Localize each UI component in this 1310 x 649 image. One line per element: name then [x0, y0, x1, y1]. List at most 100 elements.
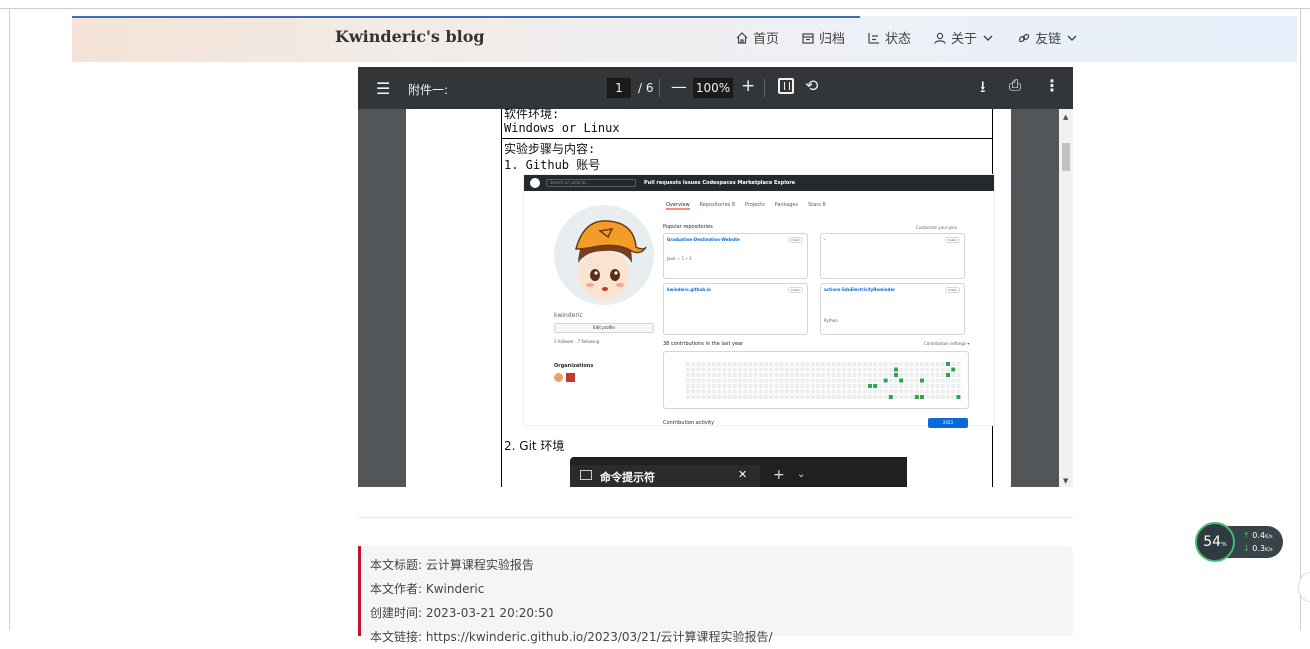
pdf-viewer[interactable]: ☰ 附件一: 1 / 6 — 100% + ⟲ ⭳ ⎙ ⋮ 软件环境: Wind…	[358, 67, 1073, 487]
print-icon[interactable]: ⎙	[1009, 76, 1021, 94]
contribution-cell	[904, 384, 909, 388]
page-number-input[interactable]: 1	[607, 78, 631, 98]
download-icon[interactable]: ⭳	[980, 76, 986, 103]
contribution-cell	[883, 395, 888, 399]
fit-page-icon[interactable]	[778, 78, 794, 94]
contribution-cell	[946, 362, 950, 366]
nav-item-label: 状态	[885, 32, 912, 47]
contribution-cell	[862, 384, 867, 388]
contribution-cell	[764, 384, 768, 388]
contribution-cell	[935, 362, 940, 366]
contribution-cell	[764, 362, 768, 366]
github-tab: Repositories 8	[699, 202, 736, 208]
contribution-cell	[717, 395, 722, 399]
contribution-cell	[930, 378, 935, 383]
contribution-cell	[800, 389, 805, 394]
scroll-up-icon[interactable]: ▲	[1063, 113, 1068, 121]
contribution-cell	[925, 378, 930, 383]
nav-item-status[interactable]: 状态	[867, 28, 911, 47]
contribution-cell	[831, 395, 836, 399]
contribution-cell	[883, 362, 888, 366]
contribution-cell	[727, 384, 732, 388]
contribution-cell	[852, 373, 857, 377]
scrollbar-thumb[interactable]	[1062, 143, 1070, 171]
repo-card: - Public	[820, 233, 965, 279]
contribution-cell	[696, 389, 701, 394]
contribution-cell	[764, 373, 768, 377]
contribution-cell	[836, 367, 841, 372]
contribution-cell	[743, 389, 748, 394]
contribution-cell	[816, 378, 820, 383]
contribution-cell	[909, 373, 914, 377]
contribution-cell	[873, 367, 878, 372]
contribution-cell	[779, 367, 784, 372]
contribution-cell	[920, 362, 924, 366]
contribution-cell	[769, 362, 774, 366]
contribution-cell	[940, 362, 945, 366]
contribution-cell	[779, 373, 784, 377]
contribution-cell	[717, 362, 722, 366]
contribution-activity-heading: Contribution activity	[663, 420, 715, 426]
contribution-cell	[909, 389, 914, 394]
contribution-cell	[878, 378, 883, 383]
contribution-cell	[810, 384, 815, 388]
section-divider	[358, 517, 1073, 518]
contribution-cell	[774, 395, 779, 399]
contribution-cell	[842, 378, 846, 383]
contribution-cell	[940, 384, 945, 388]
contribution-cell	[831, 389, 836, 394]
zoom-input[interactable]: 100%	[693, 78, 733, 98]
post-author-value[interactable]: Kwinderic	[426, 582, 485, 596]
contribution-cell	[873, 378, 878, 383]
pdf-scrollbar[interactable]: ▲ ▼	[1059, 109, 1073, 487]
contribution-cell	[691, 367, 696, 372]
network-speed-widget[interactable]: 54% ↑ 0.4K/s ↓ 0.3K/s	[1195, 522, 1285, 562]
scroll-down-icon[interactable]: ▼	[1063, 477, 1068, 485]
pdf-toolbar: ☰ 附件一: 1 / 6 — 100% + ⟲ ⭳ ⎙ ⋮	[358, 67, 1073, 109]
contribution-cell	[821, 384, 826, 388]
window-right-border	[1300, 9, 1301, 630]
contribution-cell	[764, 367, 768, 372]
customize-pins-link: Customize your pins	[916, 225, 957, 230]
contribution-cell	[873, 384, 878, 388]
contribution-cell	[753, 384, 758, 388]
contribution-cell	[951, 362, 956, 366]
contribution-cell	[836, 395, 841, 399]
nav-item-about[interactable]: 关于	[933, 28, 995, 47]
nav-item-friends[interactable]: 友链	[1017, 28, 1079, 47]
github-header: Search or jump to... Pull requests Issue…	[524, 175, 994, 191]
contribution-cell	[836, 378, 841, 383]
contribution-cell	[753, 373, 758, 377]
zoom-in-button[interactable]: +	[741, 76, 755, 96]
contribution-cell	[842, 373, 846, 377]
terminal-tab: 命令提示符 ✕	[570, 465, 760, 487]
repo-name: kwinderic.github.io	[667, 287, 711, 292]
site-title[interactable]: Kwinderic's blog	[335, 27, 485, 46]
menu-icon[interactable]: ☰	[376, 79, 390, 98]
contribution-cell	[748, 395, 753, 399]
contribution-cell	[696, 384, 701, 388]
contribution-cell	[873, 389, 878, 394]
contribution-cell	[883, 373, 888, 377]
rotate-icon[interactable]: ⟲	[805, 76, 818, 95]
contribution-cell	[956, 384, 961, 388]
contribution-cell	[753, 395, 758, 399]
nav-item-archive[interactable]: 归档	[801, 28, 845, 47]
contribution-cell	[727, 389, 732, 394]
contribution-cell	[717, 378, 722, 383]
contribution-cell	[816, 395, 820, 399]
nav-item-home[interactable]: 首页	[735, 28, 779, 47]
contribution-cell	[940, 395, 945, 399]
repo-visibility: Public	[788, 287, 803, 293]
contribution-cell	[909, 395, 914, 399]
contribution-cell	[935, 384, 940, 388]
contribution-cell	[909, 384, 914, 388]
zoom-out-button[interactable]: —	[671, 77, 687, 96]
contribution-cell	[868, 362, 872, 366]
contribution-cell	[868, 384, 872, 388]
more-options-icon[interactable]: ⋮	[1044, 76, 1060, 95]
contribution-cell	[826, 367, 831, 372]
post-link-value[interactable]: https://kwinderic.github.io/2023/03/21/云…	[426, 630, 773, 644]
contribution-cell	[732, 378, 737, 383]
contribution-cell	[810, 373, 815, 377]
